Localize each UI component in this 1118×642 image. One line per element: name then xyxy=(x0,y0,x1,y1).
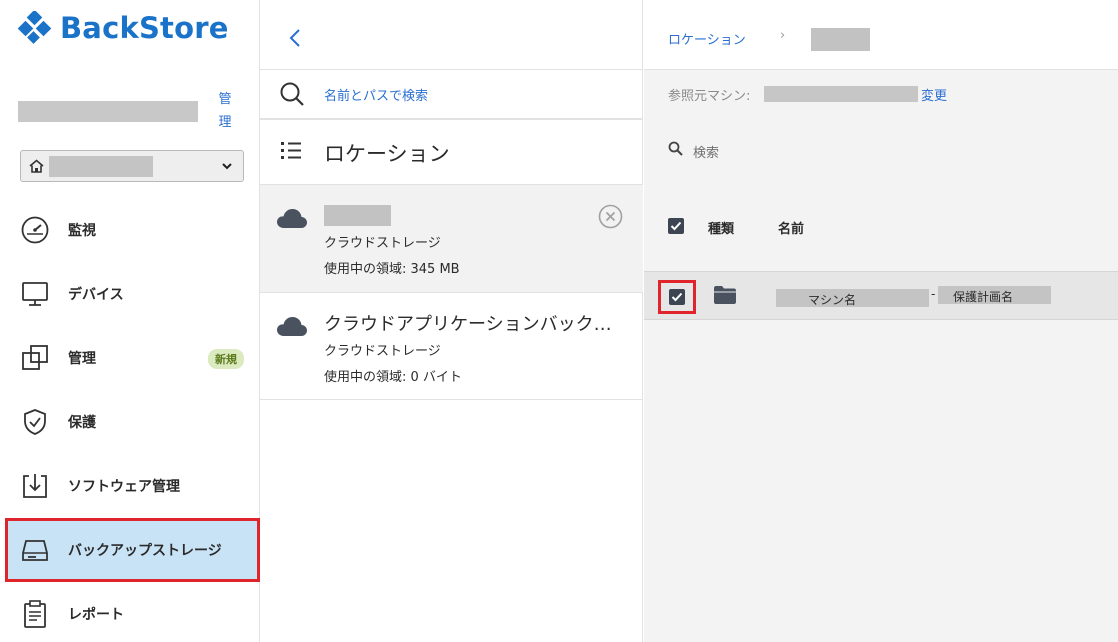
location-usage: 使用中の領域: 0 バイト xyxy=(324,370,462,385)
location-type: クラウドストレージ xyxy=(324,344,441,359)
locations-title: ロケーション xyxy=(324,142,450,166)
locations-panel: 名前とパスで検索 ロケーション クラウドストレージ 使用中の領域: 345 MB… xyxy=(260,0,643,642)
organization-select[interactable] xyxy=(20,150,244,182)
location-card[interactable]: クラウドストレージ 使用中の領域: 345 MB xyxy=(260,184,643,292)
backup-search[interactable]: 検索 xyxy=(668,141,719,161)
breadcrumb-separator: › xyxy=(780,28,786,43)
breadcrumb-current xyxy=(811,28,870,51)
nav-item-backup-storage[interactable]: バックアップストレージ xyxy=(5,518,260,582)
cloud-icon xyxy=(277,209,307,228)
storage-drive-icon xyxy=(22,540,48,561)
column-header-name[interactable]: 名前 xyxy=(778,218,804,237)
nav-item-management[interactable]: 管理 新規 xyxy=(8,328,258,388)
nav-item-reports[interactable]: レポート xyxy=(8,584,258,642)
nav-label: 保護 xyxy=(68,415,96,431)
machine-name: マシン名 xyxy=(808,293,857,307)
manage-account-link[interactable]: 管理 xyxy=(214,88,236,134)
list-icon xyxy=(281,142,301,159)
new-badge: 新規 xyxy=(208,349,244,369)
nav-label: デバイス xyxy=(68,287,124,303)
chevron-left-icon[interactable] xyxy=(285,26,305,50)
protection-plan-name: 保護計画名 xyxy=(953,290,1014,304)
checkmark-icon xyxy=(670,221,682,231)
gauge-icon xyxy=(21,216,49,244)
search-by-name-and-path-link[interactable]: 名前とパスで検索 xyxy=(324,85,428,104)
management-icon xyxy=(22,345,48,370)
monitor-icon xyxy=(22,282,48,306)
account-name xyxy=(18,101,198,122)
nav-item-devices[interactable]: デバイス xyxy=(8,264,258,324)
shield-icon xyxy=(24,409,46,435)
software-install-icon xyxy=(23,474,47,498)
source-machine-row: 参照元マシン: 変更 xyxy=(644,71,1118,117)
column-header-type[interactable]: 種類 xyxy=(708,218,734,237)
breadcrumb: ロケーション › xyxy=(644,0,1118,70)
select-all-checkbox[interactable] xyxy=(668,218,684,234)
nav-item-monitoring[interactable]: 監視 xyxy=(8,200,258,260)
locations-header: ロケーション xyxy=(260,120,643,184)
location-name: クラウドアプリケーションバックアップ xyxy=(324,314,629,335)
close-circle-icon[interactable] xyxy=(598,204,623,229)
organization-name xyxy=(49,156,153,177)
location-usage: 使用中の領域: 345 MB xyxy=(324,262,460,277)
nav-label: バックアップストレージ xyxy=(68,543,222,559)
brand-logo[interactable]: BackStore xyxy=(18,8,229,48)
row-checkbox[interactable] xyxy=(669,289,685,305)
breadcrumb-locations-link[interactable]: ロケーション xyxy=(668,29,746,48)
source-machine-value xyxy=(764,86,918,102)
house-icon xyxy=(29,159,44,173)
location-search[interactable]: 名前とパスで検索 xyxy=(260,70,643,118)
nav-label: 監視 xyxy=(68,223,96,239)
change-source-machine-link[interactable]: 変更 xyxy=(921,85,947,104)
nav-label: 管理 xyxy=(68,351,96,367)
search-input[interactable]: 検索 xyxy=(693,142,719,161)
logo-mark-icon xyxy=(18,11,52,44)
cloud-icon xyxy=(277,317,307,336)
source-machine-label: 参照元マシン: xyxy=(668,89,751,104)
search-icon xyxy=(668,141,683,156)
nav-label: レポート xyxy=(68,607,124,623)
nav-label: ソフトウェア管理 xyxy=(68,479,180,495)
location-contents-panel: ロケーション › 参照元マシン: 変更 検索 種類 名前 マシン名 - 保護計画… xyxy=(644,0,1118,642)
location-name xyxy=(324,205,391,226)
checkmark-icon xyxy=(671,292,683,302)
nav-item-protection[interactable]: 保護 xyxy=(8,392,258,452)
folder-icon xyxy=(714,286,736,304)
name-separator: - xyxy=(931,287,936,301)
report-icon xyxy=(24,600,46,628)
search-icon xyxy=(280,82,304,106)
location-card[interactable]: クラウドアプリケーションバックアップ クラウドストレージ 使用中の領域: 0 バ… xyxy=(260,292,643,400)
location-type: クラウドストレージ xyxy=(324,236,441,251)
table-row[interactable]: マシン名 - 保護計画名 xyxy=(644,271,1118,320)
sidebar: BackStore 管理 監視 デバイス 管理 新規 保護 ソフトウェア管理 バ… xyxy=(0,0,260,642)
brand-name: BackStore xyxy=(60,11,229,45)
table-header: 種類 名前 xyxy=(644,200,1118,252)
chevron-down-icon xyxy=(222,163,232,170)
nav-item-software-management[interactable]: ソフトウェア管理 xyxy=(8,456,258,516)
